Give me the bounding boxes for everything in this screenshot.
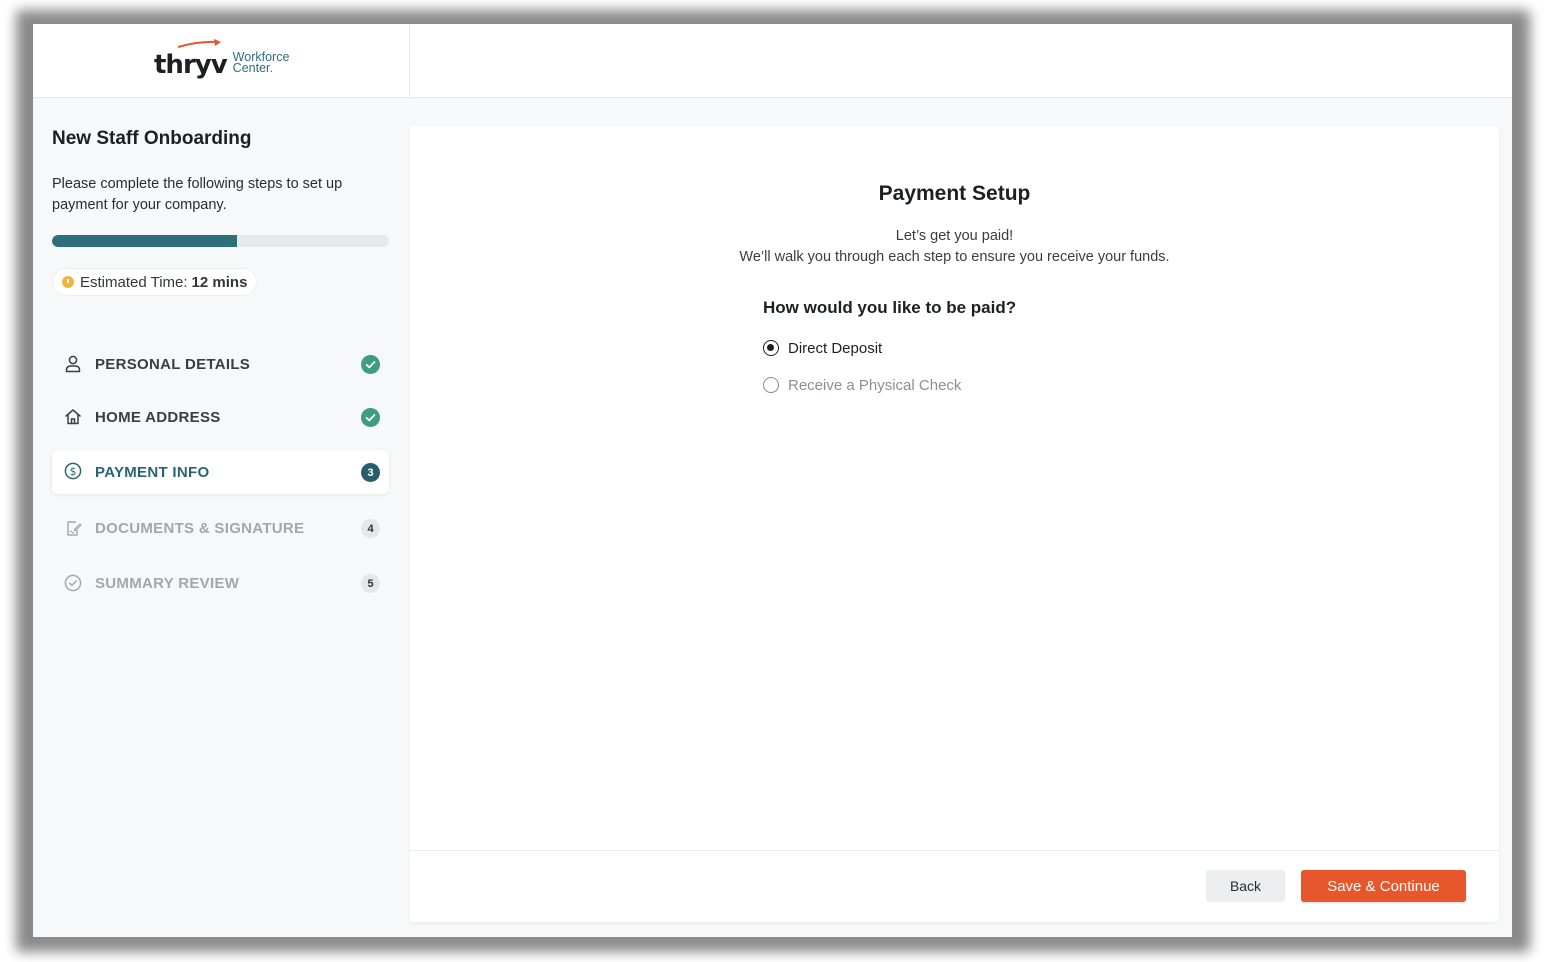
sidebar-description: Please complete the following steps to s…	[52, 176, 343, 213]
step-personal-details[interactable]: PERSONAL DETAILS	[52, 342, 389, 386]
step-label: PAYMENT INFO	[95, 463, 210, 481]
payment-method-question: How would you like to be paid?	[763, 298, 1017, 317]
sidebar-title: New Staff Onboarding	[52, 128, 252, 149]
step-home-address[interactable]: HOME ADDRESS	[52, 395, 389, 439]
logo-swoosh-icon	[178, 39, 221, 48]
step-label: DOCUMENTS & SIGNATURE	[95, 519, 305, 537]
estimated-time-pill: Estimated Time: 12 mins	[52, 268, 258, 296]
page-subtitle-line2: We’ll walk you through each step to ensu…	[739, 249, 1170, 265]
estimated-time-label: Estimated Time:	[80, 273, 188, 291]
svg-text:$: $	[70, 465, 77, 478]
back-button[interactable]: Back	[1206, 870, 1285, 902]
logo-subtitle: Workforce Center.	[232, 51, 290, 78]
person-icon	[65, 355, 81, 373]
payment-setup-panel: Payment Setup Let’s get you paid! We’ll …	[410, 126, 1499, 922]
logo-wordmark: thryv	[154, 50, 228, 80]
onboarding-sidebar: New Staff Onboarding Please complete the…	[33, 98, 410, 937]
step-label: HOME ADDRESS	[95, 408, 221, 426]
page-title: Payment Setup	[878, 182, 1031, 205]
radio-unselected[interactable]	[763, 377, 779, 393]
option-physical-check[interactable]: Receive a Physical Check	[763, 373, 961, 397]
step-label: SUMMARY REVIEW	[95, 574, 240, 592]
home-icon	[65, 409, 81, 425]
save-continue-button[interactable]: Save & Continue	[1301, 870, 1466, 902]
step-summary-review[interactable]: SUMMARY REVIEW 5	[52, 561, 389, 605]
step-number-badge: 4	[361, 519, 380, 538]
estimated-time-value: 12 mins	[191, 273, 248, 291]
page-subtitle-line1: Let’s get you paid!	[895, 228, 1014, 244]
option-direct-deposit[interactable]: Direct Deposit	[763, 336, 882, 360]
logo-sub-line2: Center.	[232, 61, 273, 75]
step-number-badge: 3	[361, 463, 380, 482]
option-label: Receive a Physical Check	[788, 376, 962, 394]
thryv-logo[interactable]: thryv Workforce Center.	[154, 39, 290, 80]
app-window: thryv Workforce Center. New Staff Onboar…	[33, 24, 1512, 937]
footer-divider	[410, 850, 1499, 851]
progress-bar	[52, 235, 389, 247]
top-header: thryv Workforce Center.	[33, 24, 1512, 98]
step-payment-info[interactable]: $ PAYMENT INFO 3	[52, 450, 389, 494]
step-number-badge: 5	[361, 574, 380, 593]
radio-selected[interactable]	[763, 340, 779, 356]
step-documents-signature[interactable]: DOCUMENTS & SIGNATURE 4	[52, 506, 389, 550]
step-label: PERSONAL DETAILS	[95, 355, 251, 373]
check-circle-icon	[64, 574, 82, 592]
complete-check-icon	[361, 408, 380, 427]
progress-bar-fill	[52, 235, 238, 247]
complete-check-icon	[361, 355, 380, 374]
clock-icon	[62, 276, 74, 288]
dollar-circle-icon: $	[64, 462, 82, 480]
option-label: Direct Deposit	[788, 339, 883, 357]
document-sign-icon	[67, 521, 82, 536]
logo-area: thryv Workforce Center.	[33, 24, 410, 98]
